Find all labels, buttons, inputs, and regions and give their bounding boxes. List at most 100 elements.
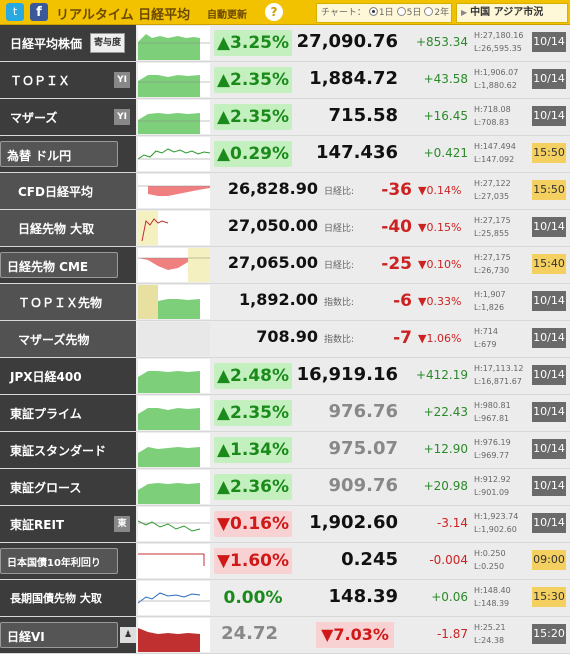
jgb10y-button[interactable]: 日本国債10年利回り <box>0 548 118 574</box>
yi-button[interactable]: YI <box>114 72 130 88</box>
high-low: H:0.250 L:0.250 <box>474 547 528 573</box>
mini-chart[interactable] <box>138 26 210 60</box>
mini-chart[interactable] <box>138 470 210 504</box>
high-low: H:27,175 L:25,855 <box>474 214 528 240</box>
low-value: L:25,855 <box>474 229 510 238</box>
mini-chart[interactable] <box>138 507 210 541</box>
person-icon[interactable]: ♟ <box>120 627 136 643</box>
contribution-button[interactable]: 寄与度 <box>90 33 126 53</box>
mini-chart[interactable] <box>138 433 210 467</box>
header-bar: t f リアルタイム 日経平均 自動更新 ? チャート： 1日 5日 2年 ▶ 中国 ア… <box>0 0 570 25</box>
date-badge: 10/14 <box>532 328 566 348</box>
price: 1,884.72 <box>309 68 398 89</box>
option-2year[interactable]: 2年 <box>434 8 449 18</box>
row-name-cell: 日経先物 大取 <box>0 210 136 246</box>
row-name-cell: ＴＯＰＩＸ YI <box>0 62 136 98</box>
compare-label: 日経比: <box>324 187 355 197</box>
diff-percent: ▼0.15% <box>418 221 462 234</box>
row-name-cell: ＴＯＰＩＸ先物 <box>0 284 136 320</box>
mini-chart[interactable] <box>138 322 210 356</box>
usdjpy-button[interactable]: 為替 ドル円 <box>0 141 118 167</box>
facebook-icon[interactable]: f <box>30 3 48 21</box>
mini-chart[interactable] <box>138 544 210 578</box>
row-cfd-nikkei[interactable]: CFD日経平均 26,828.90 日経比: -36 ▼0.14% H:27,1… <box>0 173 570 210</box>
row-nikkei-futures-ose[interactable]: 日経先物 大取 27,050.00 日経比: -40 ▼0.15% H:27,1… <box>0 210 570 247</box>
mini-chart[interactable] <box>138 359 210 393</box>
row-name: 日経VI <box>7 630 45 644</box>
change-percent: ▲0.29% <box>214 141 292 167</box>
mini-chart[interactable] <box>138 248 210 282</box>
diff-percent: ▼0.33% <box>418 295 462 308</box>
row-nikkei-vi[interactable]: 日経VI ♟ 24.72 ▼7.03% -1.87 H:25.21 L:24.38… <box>0 617 570 654</box>
price: 1,892.00 <box>239 290 318 309</box>
yi-button[interactable]: YI <box>114 109 130 125</box>
price: 16,919.16 <box>296 364 398 385</box>
row-topix-futures[interactable]: ＴＯＰＩＸ先物 1,892.00 指数比: -6 ▼0.33% H:1,907 L… <box>0 284 570 321</box>
date-badge: 10/14 <box>532 106 566 126</box>
row-tse-growth[interactable]: 東証グロース ▲2.36% 909.76 +20.98 H:912.92 L:90… <box>0 469 570 506</box>
row-jpx400[interactable]: JPX日経400 ▲2.48% 16,919.16 +412.19 H:17,1… <box>0 358 570 395</box>
high-value: H:25.21 <box>474 623 506 632</box>
price: 147.436 <box>316 142 398 163</box>
price: 1,902.60 <box>309 512 398 533</box>
radio-1day[interactable] <box>368 7 378 16</box>
option-5day[interactable]: 5日 <box>407 8 422 18</box>
row-tse-reit[interactable]: 東証REIT 東 ▼0.16% 1,902.60 -3.14 H:1,923.7… <box>0 506 570 543</box>
row-nikkei225[interactable]: 日経平均株価 寄与度 ▲3.25% 27,090.76 +853.34 H:27… <box>0 25 570 62</box>
low-value: L:148.39 <box>474 599 510 608</box>
low-value: L:26,730 <box>474 266 510 275</box>
row-topix[interactable]: ＴＯＰＩＸ YI ▲2.35% 1,884.72 +43.58 H:1,906.… <box>0 62 570 99</box>
diff-percent: ▼0.14% <box>418 184 462 197</box>
east-button[interactable]: 東 <box>114 516 130 532</box>
row-mothers-futures[interactable]: マザーズ先物 708.90 指数比: -7 ▼1.06% H:714 L:679 … <box>0 321 570 358</box>
mini-chart[interactable] <box>138 100 210 134</box>
mini-chart[interactable] <box>138 174 210 208</box>
mini-chart[interactable] <box>138 63 210 97</box>
twitter-icon[interactable]: t <box>6 3 24 21</box>
change-percent: ▼7.03% <box>316 622 394 648</box>
row-name-cell: マザーズ YI <box>0 99 136 135</box>
mini-chart[interactable] <box>138 211 210 245</box>
help-icon[interactable]: ? <box>265 3 283 21</box>
row-tse-standard[interactable]: 東証スタンダード ▲1.34% 975.07 +12.90 H:976.19 L:… <box>0 432 570 469</box>
mini-chart[interactable] <box>138 581 210 615</box>
radio-5day[interactable] <box>396 7 406 16</box>
cme-button[interactable]: 日経先物 CME <box>0 252 118 278</box>
row-jgb-futures[interactable]: 長期国債先物 大取 0.00% 148.39 +0.06 H:148.40 L:1… <box>0 580 570 617</box>
option-1day[interactable]: 1日 <box>379 8 394 18</box>
page-title: リアルタイム 日経平均 <box>56 8 191 23</box>
high-value: H:912.92 <box>474 475 511 484</box>
high-value: H:27,122 <box>474 179 511 188</box>
high-value: H:27,175 <box>474 216 511 225</box>
row-name: ＴＯＰＩＸ先物 <box>18 296 103 310</box>
high-value: H:718.08 <box>474 105 511 114</box>
row-nikkei-futures-cme[interactable]: 日経先物 CME 27,065.00 日経比: -25 ▼0.10% H:27,… <box>0 247 570 284</box>
row-name: JPX日経400 <box>10 370 82 384</box>
high-low: H:1,907 L:1,826 <box>474 288 528 314</box>
row-name-cell: 日経先物 CME <box>0 247 136 283</box>
mini-chart[interactable] <box>138 137 210 171</box>
china-asia-link[interactable]: ▶ 中国 アジア市況 <box>456 3 568 23</box>
price: 27,065.00 <box>227 253 318 272</box>
mini-chart[interactable] <box>138 285 210 319</box>
date-badge: 15:50 <box>532 143 566 163</box>
date-badge: 10/14 <box>532 402 566 422</box>
row-tse-prime[interactable]: 東証プライム ▲2.35% 976.76 +22.43 H:980.81 L:96… <box>0 395 570 432</box>
diff-value: -36 <box>381 180 412 200</box>
mini-chart[interactable] <box>138 396 210 430</box>
row-name-cell: 日本国債10年利回り <box>0 543 136 579</box>
high-low: H:147.494 L:147.092 <box>474 140 528 166</box>
row-mothers[interactable]: マザーズ YI ▲2.35% 715.58 +16.45 H:718.08 L:7… <box>0 99 570 136</box>
row-name: CFD日経平均 <box>18 185 93 199</box>
change-value: +43.58 <box>423 72 468 86</box>
low-value: L:16,871.67 <box>474 377 522 386</box>
nikkei-vi-button[interactable]: 日経VI <box>0 622 118 648</box>
diff-value: -7 <box>393 328 412 348</box>
row-jgb10y[interactable]: 日本国債10年利回り ▼1.60% 0.245 -0.004 H:0.250 L:… <box>0 543 570 580</box>
change-percent: ▲2.36% <box>214 474 292 500</box>
price: 909.76 <box>328 475 398 496</box>
high-low: H:17,113.12 L:16,871.67 <box>474 362 528 388</box>
row-usdjpy[interactable]: 為替 ドル円 ▲0.29% 147.436 +0.421 H:147.494 L:… <box>0 136 570 173</box>
high-value: H:980.81 <box>474 401 511 410</box>
radio-2year[interactable] <box>424 7 434 16</box>
